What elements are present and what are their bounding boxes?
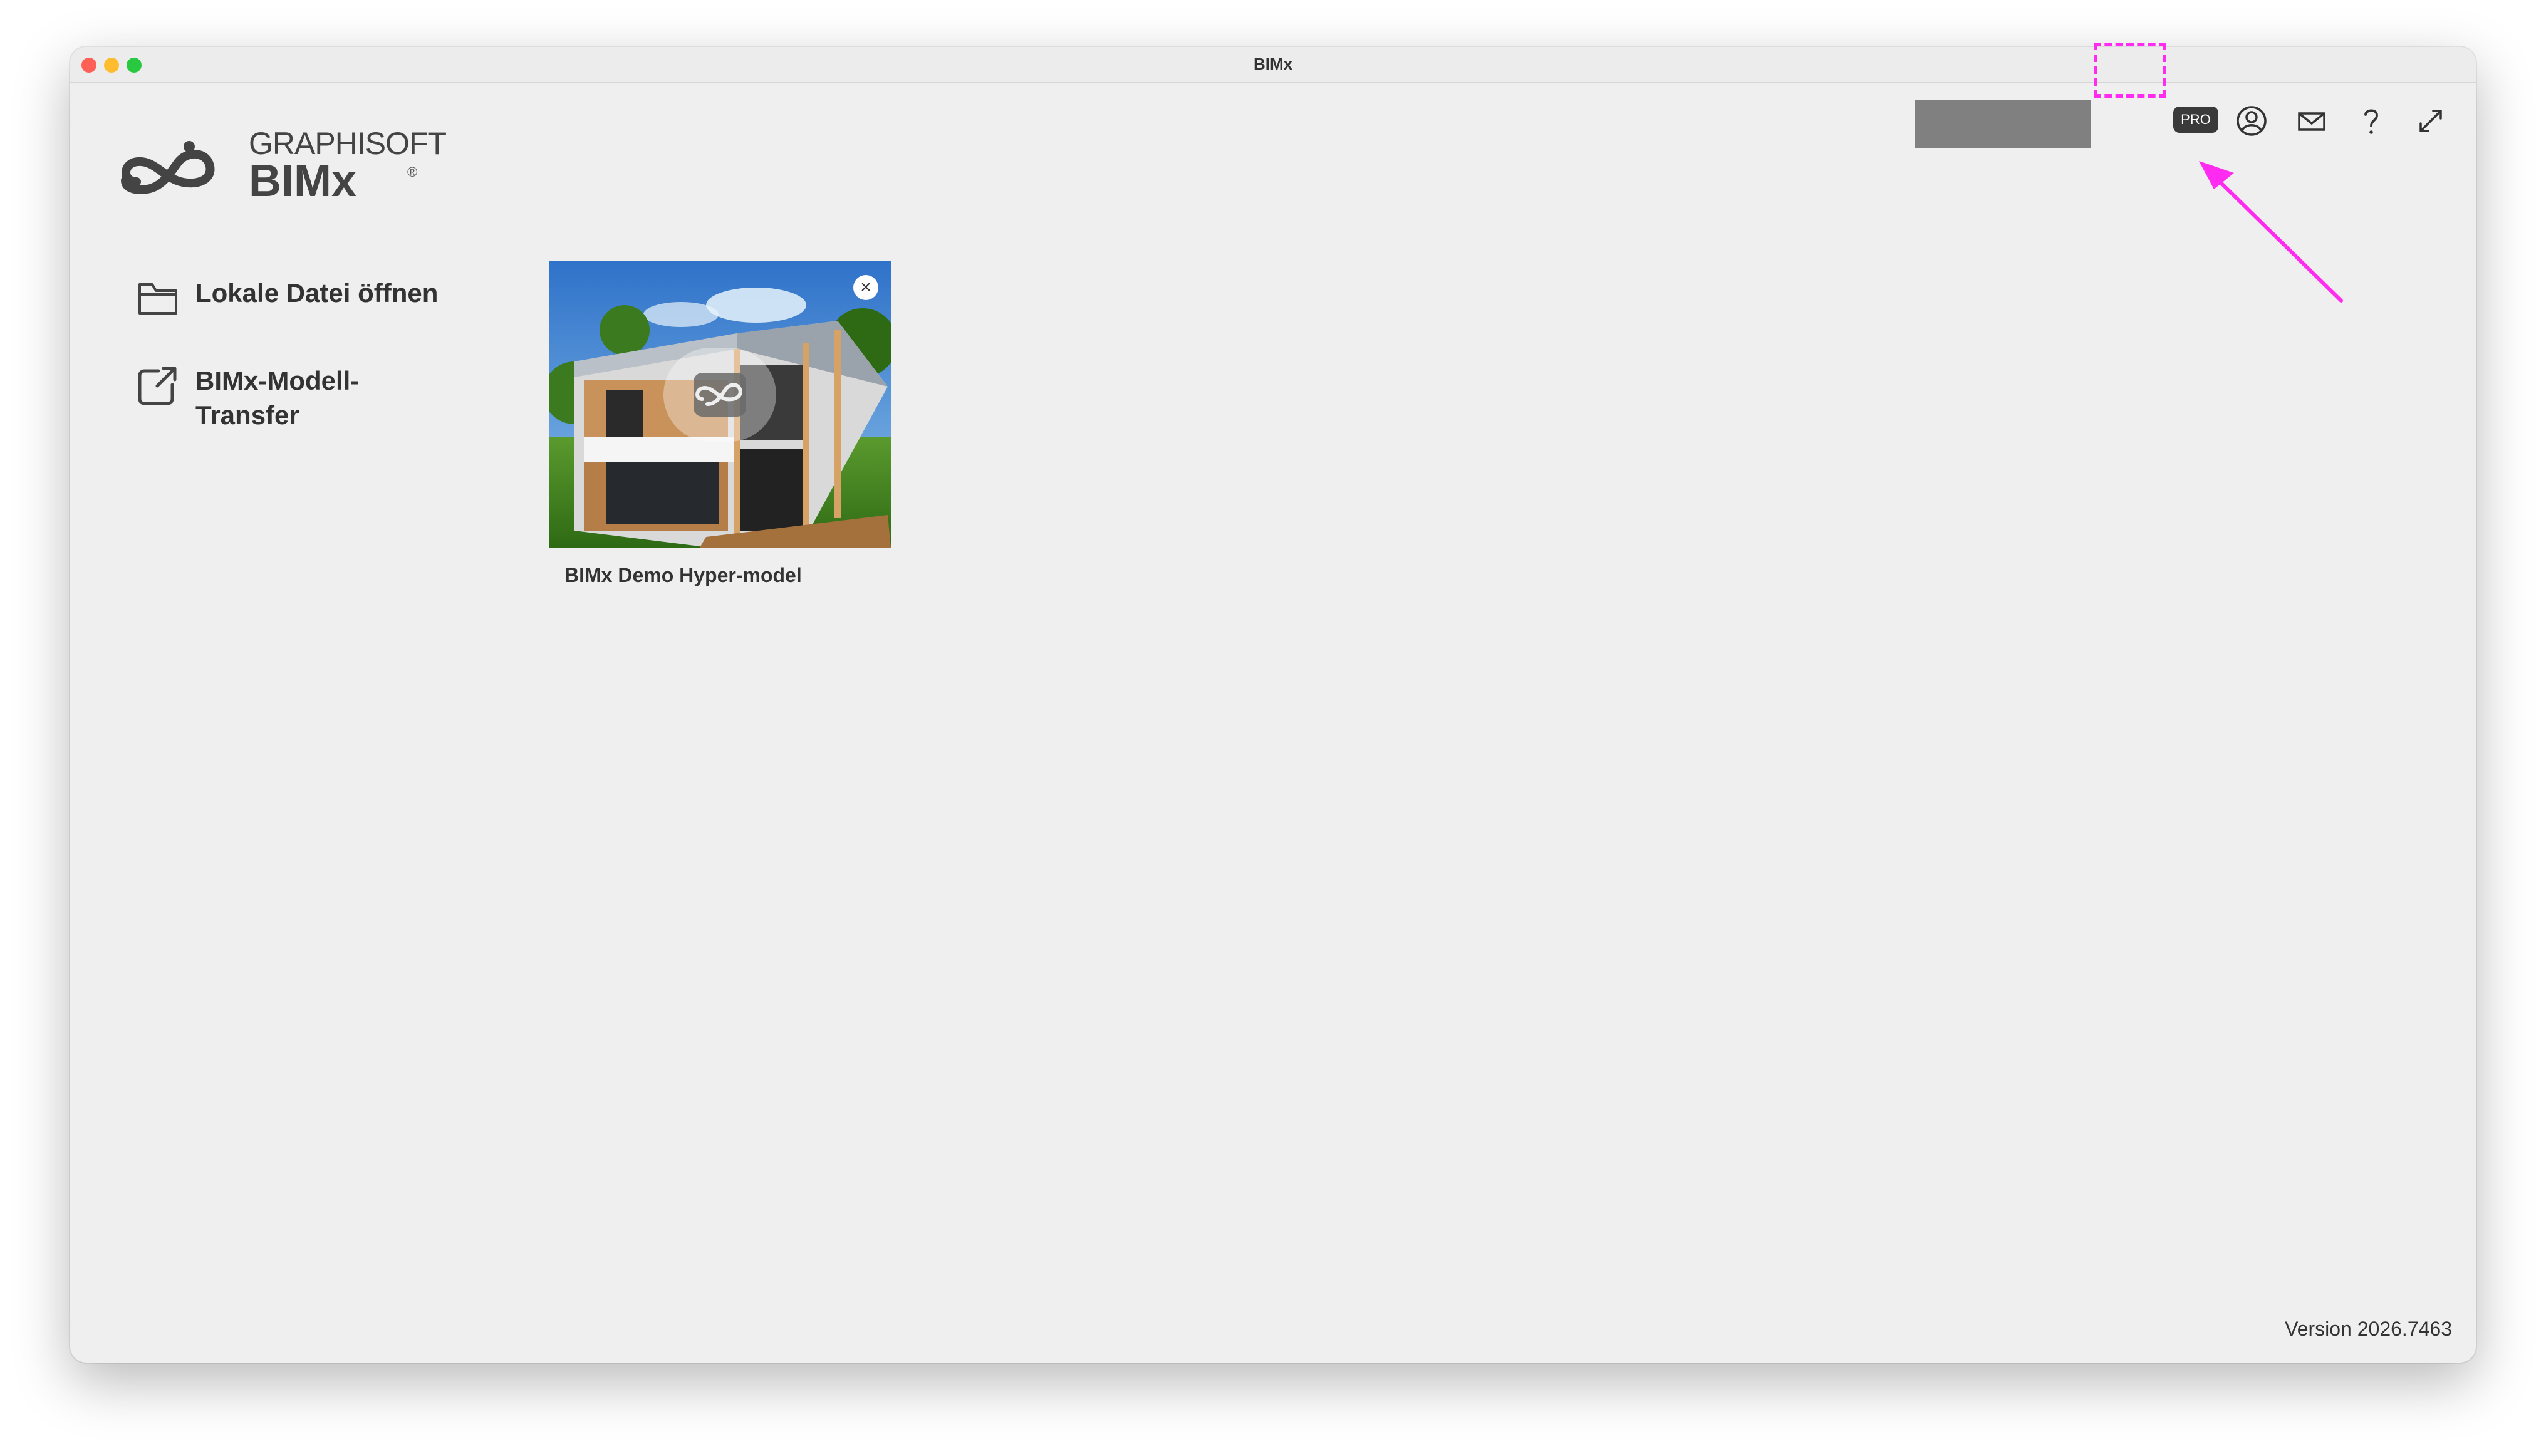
open-local-file-button[interactable]: Lokale Datei öffnen [136,276,459,320]
account-name-field[interactable] [1915,100,2091,148]
external-link-icon [138,367,177,405]
registered-mark: ® [407,164,418,180]
app-window: BIMx GRAPHISOFT BIMx ® Lokale Datei öffn… [70,47,2476,1363]
pro-highlight-box [2094,43,2166,98]
folder-icon [138,283,177,315]
help-icon[interactable] [2352,102,2390,140]
mail-icon[interactable] [2293,102,2330,140]
open-local-file-label: Lokale Datei öffnen [195,278,439,308]
version-label: Version 2026.7463 [2285,1318,2452,1340]
user-icon[interactable] [2233,102,2270,140]
model-name: BIMx Demo Hyper-model [564,564,802,586]
remove-model-button[interactable]: × [853,275,878,300]
model-transfer-label: BIMx-Modell-Transfer [195,366,360,430]
model-card[interactable]: × BIMx Demo Hyper-model [549,261,891,587]
pro-badge-button[interactable]: PRO [2173,107,2218,133]
logo-product-text: BIMx [249,156,357,206]
close-icon: × [860,277,871,298]
bimx-model-badge [663,348,776,442]
bimx-logo-icon [694,373,746,417]
bimx-logo-icon [121,141,215,194]
model-thumbnail[interactable]: × [549,261,891,548]
graphisoft-bimx-logo: GRAPHISOFT BIMx ® [119,125,447,263]
fullscreen-icon[interactable] [2412,102,2450,140]
model-transfer-button[interactable]: BIMx-Modell-Transfer [136,363,459,432]
